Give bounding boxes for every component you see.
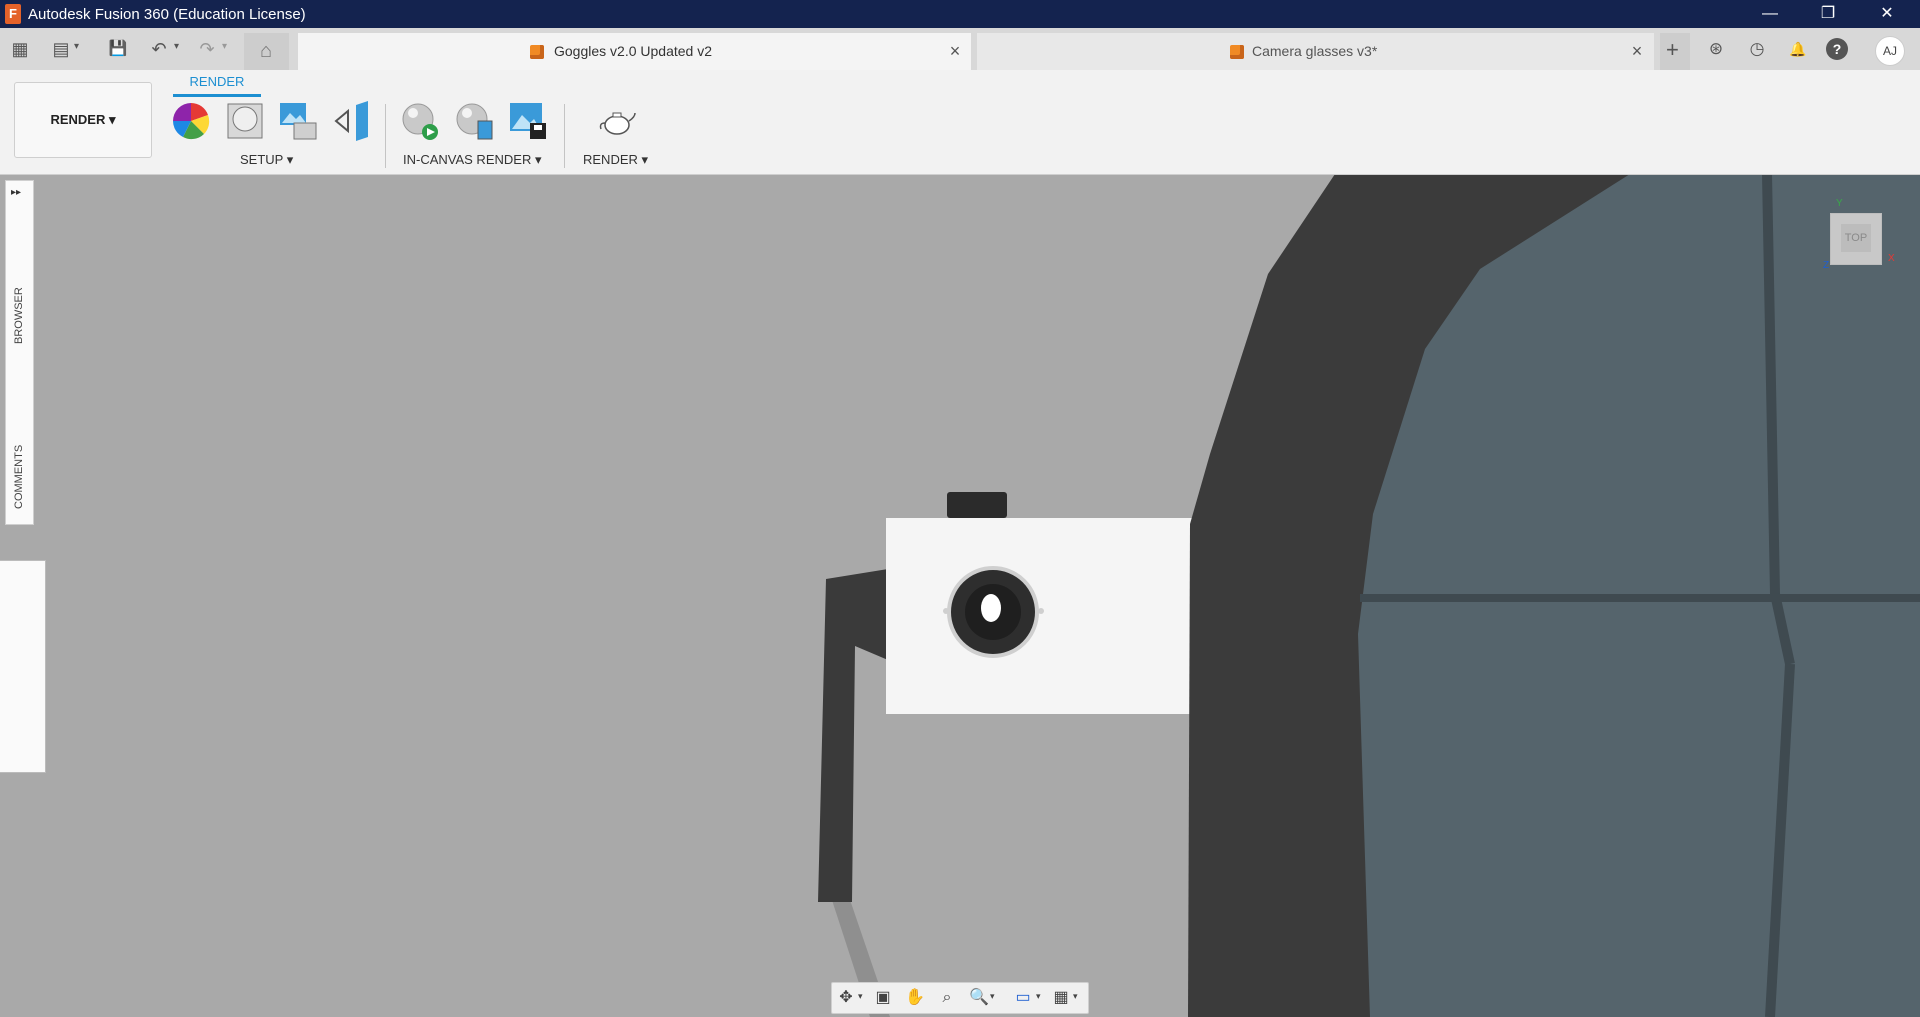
- redo-icon[interactable]: ↷: [194, 37, 220, 61]
- look-at-icon[interactable]: ▣: [872, 987, 894, 1009]
- viewport-canvas[interactable]: [0, 174, 1920, 1017]
- undo-icon[interactable]: ↶: [146, 37, 172, 61]
- chevron-down-icon[interactable]: ▾: [990, 991, 995, 1002]
- decal-icon[interactable]: [332, 101, 372, 141]
- minimize-button[interactable]: —: [1747, 0, 1793, 28]
- chevron-down-icon[interactable]: ▾: [858, 991, 863, 1002]
- data-panel-grid-icon[interactable]: ▦: [7, 37, 33, 61]
- chevron-down-icon[interactable]: ▾: [1073, 991, 1078, 1002]
- display-settings-icon[interactable]: ▭: [1012, 987, 1034, 1009]
- plus-icon: +: [1666, 37, 1679, 62]
- tab-label: Camera glasses v3*: [1252, 43, 1378, 59]
- axis-x-label: X: [1888, 253, 1895, 264]
- window-title: Autodesk Fusion 360 (Education License): [28, 6, 306, 23]
- axis-z-label: Z: [1823, 260, 1830, 271]
- lens-screw-left: [943, 608, 949, 614]
- extensions-icon[interactable]: ⊛: [1703, 37, 1729, 61]
- restore-button[interactable]: ❐: [1805, 0, 1851, 28]
- workspace-switcher-button[interactable]: RENDER ▾: [14, 82, 152, 158]
- tab-camera-glasses[interactable]: Camera glasses v3* ×: [977, 33, 1654, 70]
- scene-settings-icon[interactable]: [278, 101, 318, 141]
- home-icon: ⌂: [259, 40, 273, 62]
- tab-bar: ▦ ▤ ▾ 💾 ↶ ▾ ↷ ▾ ⌂ Goggles v2.0 Updated v…: [0, 28, 1920, 70]
- chevron-down-icon[interactable]: ▾: [222, 41, 227, 52]
- chevron-down-icon[interactable]: ▾: [74, 41, 79, 52]
- notifications-icon[interactable]: 🔔: [1785, 37, 1811, 61]
- render-group-label[interactable]: RENDER ▾: [583, 152, 648, 168]
- file-menu-icon[interactable]: ▤: [48, 37, 74, 61]
- browser-label[interactable]: BROWSER: [13, 287, 25, 344]
- close-tab-icon[interactable]: ×: [946, 41, 964, 62]
- toolbar-separator: [564, 104, 565, 168]
- home-tab[interactable]: ⌂: [244, 33, 289, 70]
- tab-render[interactable]: RENDER: [173, 74, 261, 89]
- in-canvas-render-settings-icon[interactable]: [454, 101, 494, 141]
- side-panel: ▸▸ BROWSER COMMENTS: [5, 180, 34, 525]
- expand-panel-icon[interactable]: ▸▸: [11, 187, 21, 198]
- design-cube-icon: [1230, 45, 1244, 59]
- in-canvas-render-icon[interactable]: [400, 101, 440, 141]
- viewcube[interactable]: TOP: [1830, 213, 1882, 265]
- close-tab-icon[interactable]: ×: [1628, 41, 1646, 62]
- chevron-down-icon[interactable]: ▾: [1036, 991, 1041, 1002]
- active-tab-indicator: [173, 94, 261, 97]
- lens-highlight: [981, 594, 1001, 622]
- appearance-icon[interactable]: [171, 101, 211, 141]
- chevron-down-icon[interactable]: ▾: [174, 41, 179, 52]
- in-canvas-render-group-label[interactable]: IN-CANVAS RENDER ▾: [403, 152, 541, 168]
- tab-goggles[interactable]: Goggles v2.0 Updated v2 ×: [298, 33, 971, 70]
- job-status-icon[interactable]: ◷: [1744, 37, 1770, 61]
- help-icon[interactable]: ?: [1826, 38, 1848, 60]
- lens-screw-right: [1038, 608, 1044, 614]
- model-knob: [947, 492, 1007, 518]
- toolbar-separator: [385, 104, 386, 168]
- setup-group-label[interactable]: SETUP ▾: [240, 152, 293, 168]
- axis-y-label: Y: [1836, 198, 1843, 209]
- app-logo-icon: F: [5, 4, 21, 24]
- close-window-button[interactable]: ✕: [1864, 0, 1910, 28]
- pan-hand-icon[interactable]: ✋: [904, 987, 926, 1009]
- tab-label: Goggles v2.0 Updated v2: [554, 43, 712, 59]
- zoom-icon[interactable]: ⌕: [936, 987, 958, 1009]
- fit-zoom-icon[interactable]: 🔍: [968, 987, 990, 1009]
- model-arm: [818, 569, 888, 902]
- design-cube-icon: [530, 45, 544, 59]
- physical-material-icon[interactable]: [225, 101, 265, 141]
- comments-label[interactable]: COMMENTS: [13, 445, 25, 509]
- grid-settings-icon[interactable]: ▦: [1050, 987, 1072, 1009]
- orbit-icon[interactable]: ✥: [835, 987, 857, 1009]
- collapsed-palette[interactable]: [0, 560, 46, 773]
- viewcube-top-face[interactable]: TOP: [1841, 224, 1871, 252]
- navigation-bar: ✥ ▾ ▣ ✋ ⌕ 🔍 ▾ ▭ ▾ ▦ ▾: [831, 982, 1089, 1014]
- render-teapot-icon[interactable]: [597, 101, 637, 141]
- avatar[interactable]: AJ: [1875, 36, 1905, 66]
- camera-housing: [886, 518, 1204, 714]
- save-icon[interactable]: 💾: [105, 37, 131, 61]
- new-tab-button[interactable]: +: [1660, 33, 1690, 70]
- capture-image-icon[interactable]: [508, 101, 548, 141]
